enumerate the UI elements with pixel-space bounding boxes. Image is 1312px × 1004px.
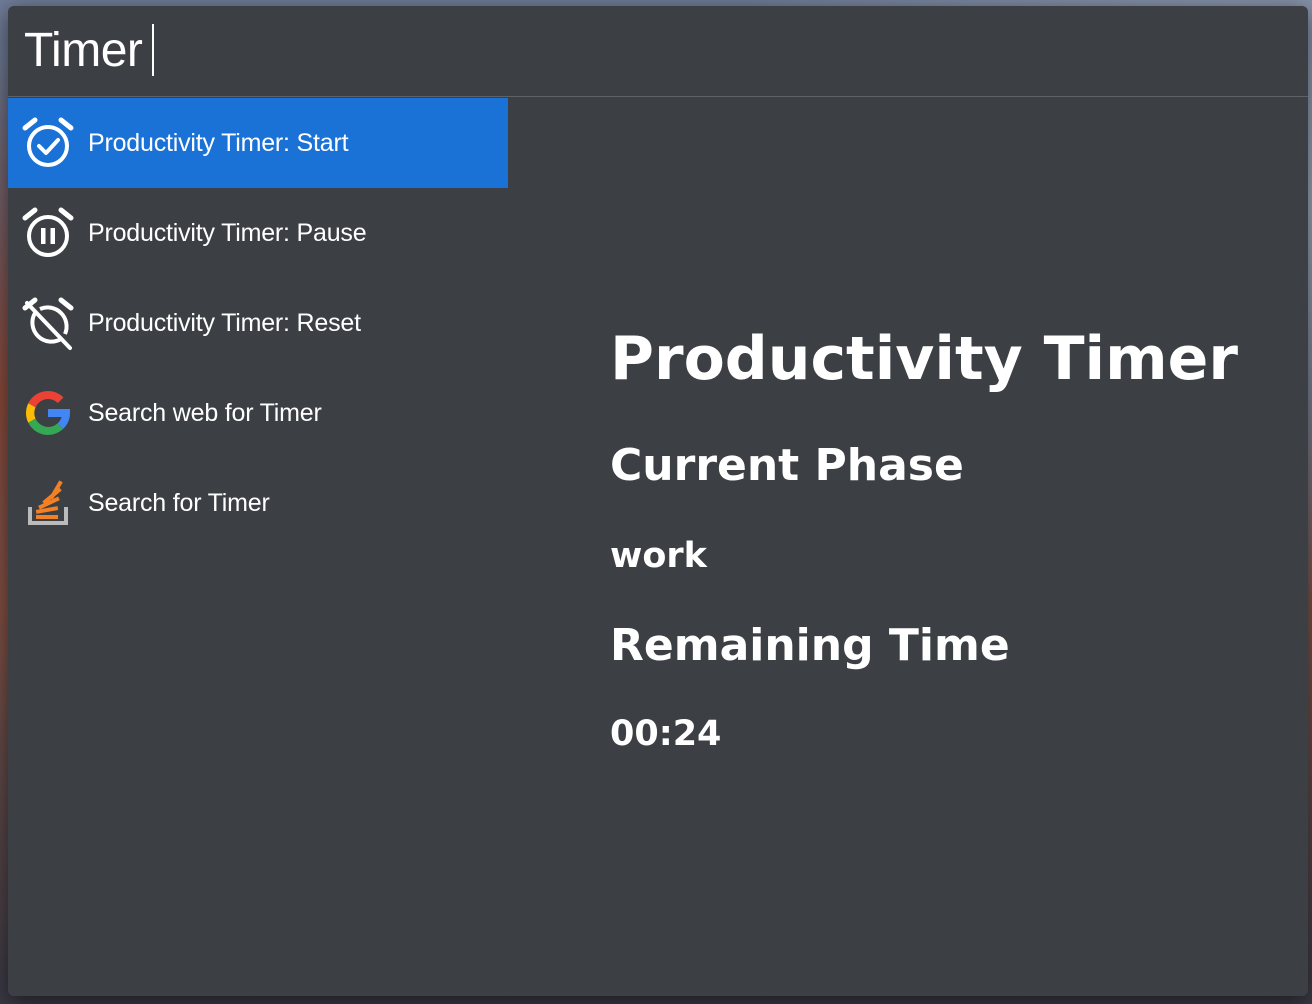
alarm-check-icon [18,113,78,173]
remaining-time-value: 00:24 [610,714,722,754]
preview-panel: Productivity Timer Current Phase work Re… [610,6,1300,996]
result-label: Productivity Timer: Reset [88,308,361,337]
result-label: Productivity Timer: Pause [88,218,367,247]
result-item-search-stackoverflow[interactable]: Search for Timer [8,458,508,548]
result-label: Search web for Timer [88,398,322,427]
current-phase-value: work [610,536,707,576]
text-caret [152,24,155,76]
search-query-text: Timer [24,23,143,77]
stackoverflow-icon [18,473,78,533]
result-item-timer-start[interactable]: Productivity Timer: Start [8,98,508,188]
result-item-timer-reset[interactable]: Productivity Timer: Reset [8,278,508,368]
preview-title: Productivity Timer [610,324,1238,394]
result-label: Search for Timer [88,488,270,517]
google-icon [18,383,78,443]
remaining-time-heading: Remaining Time [610,620,1010,671]
launcher-window: Timer Productivity Timer: Start Producti… [8,6,1308,996]
alarm-pause-icon [18,203,78,263]
result-item-timer-pause[interactable]: Productivity Timer: Pause [8,188,508,278]
results-list: Productivity Timer: Start Productivity T… [8,98,508,548]
result-label: Productivity Timer: Start [88,128,349,157]
search-input[interactable]: Timer [24,18,155,82]
alarm-off-icon [18,293,78,353]
current-phase-heading: Current Phase [610,440,964,491]
result-item-search-web[interactable]: Search web for Timer [8,368,508,458]
